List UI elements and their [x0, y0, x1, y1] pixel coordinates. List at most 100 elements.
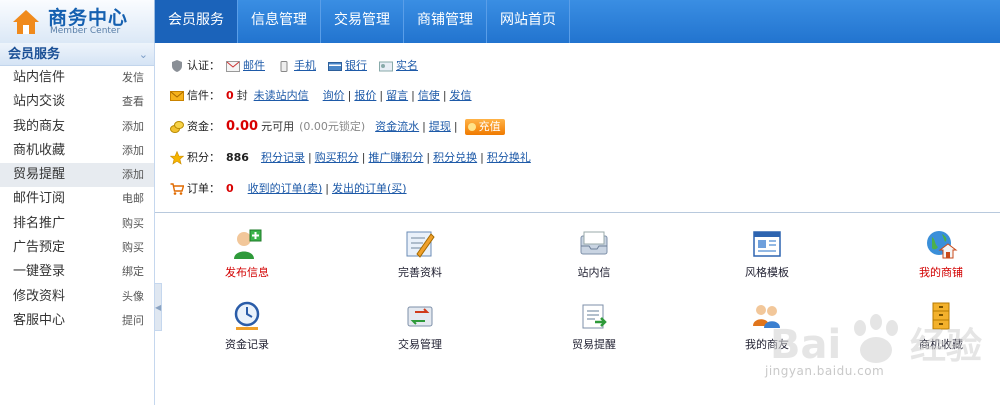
mail-verify-icon: [226, 60, 240, 72]
messenger-link[interactable]: 信使: [418, 88, 440, 104]
clock-icon: [234, 301, 260, 330]
member-center-page: 商务中心 Member Center 会员服务 信息管理 交易管理 商铺管理 网…: [0, 0, 1000, 405]
sidebar-section-header[interactable]: 会员服务 ⌄: [0, 43, 154, 66]
section-divider: [155, 212, 1000, 213]
grid-trade-management[interactable]: 交易管理: [370, 300, 470, 352]
mail-label: 信件：: [187, 89, 220, 102]
sidebar-item-label: 一键登录: [13, 264, 66, 280]
nav-info-management[interactable]: 信息管理: [238, 0, 321, 43]
sidebar-item-action[interactable]: 绑定: [122, 260, 144, 284]
sidebar-item-trade-reminder[interactable]: 贸易提醒 添加: [0, 163, 154, 188]
unread-unit: 封: [236, 89, 248, 102]
points-label: 积分：: [187, 151, 220, 164]
shield-icon: [172, 60, 182, 72]
charge-button[interactable]: 充值: [464, 119, 505, 135]
auth-email-link[interactable]: 邮件: [243, 58, 265, 74]
received-orders-link[interactable]: 收到的订单(卖): [248, 181, 323, 197]
auth-phone-link[interactable]: 手机: [294, 58, 316, 74]
shop-globe-icon: [927, 231, 958, 259]
sidebar-item-action[interactable]: 添加: [122, 139, 144, 163]
sidebar: 会员服务 ⌄ 站内信件 发信 站内交谈 查看 我的商友 添加 商机收藏 添加 贸…: [0, 43, 155, 405]
auth-bank-link[interactable]: 银行: [345, 58, 367, 74]
sidebar-item-ad-booking[interactable]: 广告预定 购买: [0, 236, 154, 260]
auth-realname-link[interactable]: 实名: [396, 58, 418, 74]
grid-fund-record[interactable]: 资金记录: [197, 300, 297, 352]
unread-count: 0: [226, 89, 234, 102]
svg-text:Bai: Bai: [770, 322, 841, 368]
grid-complete-profile[interactable]: 完善资料: [370, 228, 470, 280]
publish-icon: [234, 229, 262, 259]
sidebar-item-friends[interactable]: 我的商友 添加: [0, 115, 154, 139]
points-record-link[interactable]: 积分记录: [261, 150, 305, 166]
nav-shop-management[interactable]: 商铺管理: [404, 0, 487, 43]
sidebar-item-action[interactable]: 头像: [122, 285, 144, 309]
sidebar-item-action[interactable]: 购买: [122, 236, 144, 260]
buy-points-link[interactable]: 购买积分: [315, 150, 359, 166]
send-mail-link[interactable]: 发信: [450, 88, 472, 104]
sidebar-item-support[interactable]: 客服中心 提问: [0, 309, 154, 333]
nav-site-home[interactable]: 网站首页: [487, 0, 570, 43]
sidebar-item-action[interactable]: 查看: [122, 90, 144, 114]
sidebar-collapse-handle[interactable]: ◀: [155, 283, 162, 331]
sidebar-item-label: 广告预定: [13, 240, 66, 256]
grid-label: 完善资料: [398, 266, 442, 279]
template-icon: [753, 231, 781, 257]
grid-label: 我的商铺: [919, 266, 963, 279]
available-amount: 0.00: [226, 119, 259, 134]
home-icon: [13, 10, 39, 34]
nav-member-service[interactable]: 会员服务: [155, 0, 238, 43]
withdraw-link[interactable]: 提现: [429, 119, 451, 135]
grid-style-template[interactable]: 风格模板: [717, 228, 817, 280]
sidebar-item-label: 我的商友: [13, 118, 66, 134]
logo-subtitle: Member Center: [50, 26, 121, 36]
grid-publish-info[interactable]: 发布信息: [197, 228, 297, 280]
inquiry-link[interactable]: 询价: [323, 88, 345, 104]
id-verify-icon: [379, 61, 393, 71]
fund-flow-link[interactable]: 资金流水: [375, 119, 419, 135]
orders-label: 订单：: [187, 182, 220, 195]
points-gift-link[interactable]: 积分换礼: [487, 150, 531, 166]
message-link[interactable]: 留言: [386, 88, 408, 104]
envelope-icon: [170, 91, 184, 101]
quote-link[interactable]: 报价: [354, 88, 376, 104]
sidebar-item-label: 站内信件: [13, 70, 66, 85]
logo-area[interactable]: 商务中心 Member Center: [0, 0, 155, 43]
sidebar-item-edit-profile[interactable]: 修改资料 头像: [0, 285, 154, 309]
grid-label: 资金记录: [225, 338, 269, 351]
sidebar-item-chat[interactable]: 站内交谈 查看: [0, 90, 154, 114]
grid-label: 发布信息: [225, 266, 269, 279]
coins-icon: [170, 121, 184, 133]
sidebar-item-action[interactable]: 添加: [122, 115, 144, 139]
sidebar-item-label: 修改资料: [13, 288, 66, 304]
sidebar-item-label: 客服中心: [13, 312, 66, 328]
grid-label: 站内信: [577, 266, 611, 279]
sidebar-item-action[interactable]: 电邮: [122, 187, 144, 211]
grid-label: 风格模板: [745, 266, 789, 279]
auth-label: 认证：: [187, 59, 220, 72]
bank-verify-icon: [328, 61, 342, 71]
grid-trade-reminder[interactable]: 贸易提醒: [544, 300, 644, 352]
grid-my-shop[interactable]: 我的商铺: [891, 228, 991, 280]
sidebar-item-ranking[interactable]: 排名推广 购买: [0, 212, 154, 236]
sidebar-item-mail-subscribe[interactable]: 邮件订阅 电邮: [0, 187, 154, 211]
sidebar-item-label: 商机收藏: [13, 142, 66, 158]
orders-count: 0: [226, 182, 234, 195]
grid-site-mail[interactable]: 站内信: [544, 228, 644, 280]
sent-orders-link[interactable]: 发出的订单(买): [332, 181, 407, 197]
sidebar-item-action[interactable]: 添加: [122, 163, 144, 187]
sidebar-item-inbox[interactable]: 站内信件 发信: [0, 66, 154, 90]
redeem-points-link[interactable]: 积分兑换: [433, 150, 477, 166]
unread-mail-link[interactable]: 未读站内信: [254, 88, 309, 104]
inbox-icon: [580, 231, 608, 255]
chevron-down-icon[interactable]: ⌄: [139, 43, 148, 66]
sidebar-item-favorites[interactable]: 商机收藏 添加: [0, 139, 154, 163]
grid-label: 交易管理: [398, 338, 442, 351]
sidebar-item-action[interactable]: 发信: [122, 66, 144, 90]
sidebar-item-action[interactable]: 提问: [122, 309, 144, 333]
sidebar-item-one-click-login[interactable]: 一键登录 绑定: [0, 260, 154, 284]
sidebar-item-label: 邮件订阅: [13, 191, 66, 207]
nav-trade-management[interactable]: 交易管理: [321, 0, 404, 43]
watermark-url: jingyan.baidu.com: [765, 364, 885, 378]
earn-points-link[interactable]: 推广赚积分: [368, 150, 423, 166]
sidebar-item-action[interactable]: 购买: [122, 212, 144, 236]
